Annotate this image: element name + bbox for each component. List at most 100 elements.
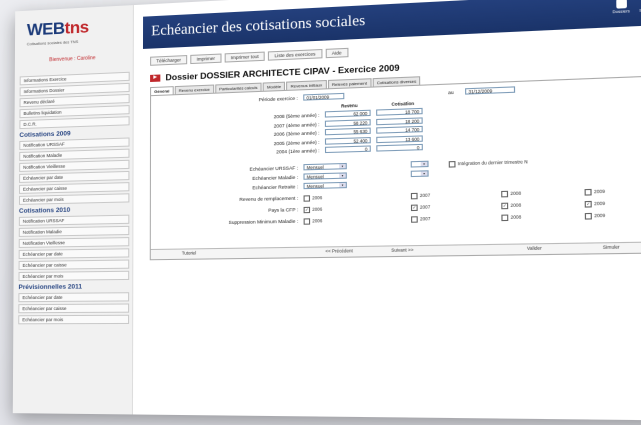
sidebar-item[interactable]: Echéancier par mois xyxy=(18,270,130,282)
checkbox-box xyxy=(411,216,418,223)
sidebar-item[interactable]: Echéancier par mois xyxy=(18,193,130,205)
revenu-input[interactable]: 55 630 xyxy=(324,127,371,136)
toolbar-button[interactable]: Liste des exercices xyxy=(268,48,323,61)
toolbar-button[interactable]: Imprimer tout xyxy=(224,51,266,63)
toolbar-button[interactable]: Aide xyxy=(325,47,349,59)
toolbar-button[interactable]: Imprimer xyxy=(190,53,222,65)
toolbar-button[interactable]: Télécharger xyxy=(150,55,188,66)
logo: WEBtns xyxy=(26,17,89,40)
nav-button[interactable]: Suivant >> xyxy=(391,247,413,253)
sidebar-item[interactable]: Notification Vieillesse xyxy=(19,159,130,172)
nav-button[interactable]: << Précédent xyxy=(325,248,352,254)
checkbox-box: ✓ xyxy=(584,200,592,208)
year-checkbox[interactable]: 2009 xyxy=(584,188,605,196)
home-icon xyxy=(615,0,627,9)
year-checkbox[interactable]: 2009 xyxy=(584,212,606,220)
year-checkbox[interactable]: 2006 xyxy=(303,218,323,225)
nav-button[interactable]: Simuler xyxy=(603,244,620,250)
revenu-input[interactable]: 0 xyxy=(324,145,371,154)
checkbox-label: 2009 xyxy=(593,188,605,195)
chevron-down-icon: ▾ xyxy=(420,161,428,167)
sidebar-item[interactable]: Echéancier par date xyxy=(18,292,130,303)
periode-end-input[interactable]: 31/12/2009 xyxy=(465,86,516,95)
chevron-down-icon: ▾ xyxy=(339,182,346,188)
sidebar-item[interactable]: Notification Maladie xyxy=(19,148,130,161)
year-checkbox[interactable]: 2008 xyxy=(501,214,521,222)
checkbox-label: 2007 xyxy=(419,192,431,199)
year-label: 2008 (5ème année) : xyxy=(273,112,320,120)
sidebar-item[interactable]: Notification Maladie xyxy=(18,225,130,237)
welcome-text: Bienvenue : Caroline xyxy=(49,55,96,64)
sidebar-item[interactable]: Notification URSSAF xyxy=(18,214,130,226)
year-checkbox[interactable]: 2006 xyxy=(303,195,323,202)
sidebar-item[interactable]: Echéancier par caisse xyxy=(18,303,130,314)
checkbox-label: 2007 xyxy=(419,204,431,210)
checkbox-label: 2008 xyxy=(510,190,522,197)
arrow-icon: ► xyxy=(150,73,161,82)
sidebar-item[interactable]: Echéancier par caisse xyxy=(19,182,130,194)
toolbar: Télécharger Imprimer Imprimer tout Liste de… xyxy=(150,47,349,66)
navigation-bar: Tutoriel << Précédent Suivant >> Valider Sim… xyxy=(150,241,641,260)
year-checkbox[interactable]: ✓ 2008 xyxy=(501,202,522,210)
year-label: 2005 (2ème année) : xyxy=(273,139,320,146)
checkbox-label: 2006 xyxy=(312,218,323,224)
periode-label: Période exercice : xyxy=(258,95,298,103)
checkbox-box xyxy=(303,218,311,225)
header-icon-button[interactable]: Dossiers xyxy=(612,0,630,14)
app-window: WEBtns Cotisations sociales des TNS Bien… xyxy=(12,0,641,421)
sidebar-item[interactable]: D.C.R. xyxy=(19,116,130,130)
suppression-label: Suppression Minimum Maladie : xyxy=(228,218,299,226)
nav-button[interactable]: Tutoriel xyxy=(182,250,196,255)
year-checkbox[interactable]: ✓ 2009 xyxy=(584,200,606,208)
logo-tagline: Cotisations sociales des TNS xyxy=(26,38,79,47)
nav-button[interactable]: Valider xyxy=(527,245,542,251)
sidebar-item[interactable]: Echéancier par date xyxy=(18,248,130,259)
year-label: 2006 (3ème année) : xyxy=(273,130,320,137)
sidebar-item[interactable]: Echéancier par mois xyxy=(18,314,130,325)
header-icons: DossiersSe déconnecter xyxy=(612,0,641,14)
checkbox-label: 2006 xyxy=(312,195,323,201)
cotisation-input[interactable]: 13 600 xyxy=(376,134,423,143)
cotisation-input[interactable]: 18 200 xyxy=(376,116,423,125)
year-checkbox[interactable]: 2008 xyxy=(501,191,521,198)
maladie-count-select[interactable]: ▾ xyxy=(410,170,429,178)
revenu-input[interactable]: 52 400 xyxy=(324,136,371,145)
year-checkbox[interactable]: ✓ 2006 xyxy=(303,206,323,214)
header: Echéancier des cotisations sociales Doss… xyxy=(142,0,641,49)
checkbox-label: 2009 xyxy=(594,212,606,219)
checkbox-box xyxy=(584,212,592,220)
year-checkbox[interactable]: 2007 xyxy=(410,192,431,200)
chevron-down-icon: ▾ xyxy=(339,164,346,169)
cotisation-input[interactable]: 18 700 xyxy=(376,107,423,116)
retraite-select[interactable]: Mensuel ▾ xyxy=(303,181,347,190)
cotisation-input[interactable]: 14 700 xyxy=(376,125,423,134)
checkbox-box xyxy=(584,188,592,196)
sidebar-item[interactable]: Echéancier par caisse xyxy=(18,259,130,271)
year-checkbox[interactable]: ✓ 2007 xyxy=(410,204,431,212)
urssaf-label: Echéancier URSSAF : xyxy=(249,165,299,172)
cfp-label: Pays la CFP : xyxy=(268,207,299,213)
col-revenu: Revenu xyxy=(341,102,358,109)
au-label: au xyxy=(448,89,454,96)
revenu-input[interactable]: 58 220 xyxy=(324,118,371,127)
cotisation-input[interactable]: 0 xyxy=(376,143,423,152)
checkbox-label: 2006 xyxy=(312,206,323,213)
checkbox-box: ✓ xyxy=(410,204,418,212)
year-checkbox[interactable]: 2007 xyxy=(411,216,430,223)
header-icon-label: Dossiers xyxy=(612,9,630,15)
sidebar: WEBtns Cotisations sociales des TNS Bien… xyxy=(12,5,134,415)
urssaf-select[interactable]: Mensuel ▾ xyxy=(303,162,347,171)
sidebar-section-title: Cotisations 2010 xyxy=(18,206,71,215)
urssaf-count-select[interactable]: ▾ xyxy=(410,160,429,168)
sidebar-item[interactable]: Notification Vieillesse xyxy=(18,237,130,248)
chevron-down-icon: ▾ xyxy=(339,173,346,178)
periode-start-input[interactable]: 01/01/2009 xyxy=(303,92,345,101)
checkbox-label: 2009 xyxy=(594,200,606,207)
maladie-select[interactable]: Mensuel ▾ xyxy=(303,172,347,180)
year-label: 2004 (1ère année) : xyxy=(276,148,320,155)
revenu-input[interactable]: 62 000 xyxy=(324,109,371,118)
integration-checkbox[interactable]: Intégration du dernier trimestre N xyxy=(448,159,528,168)
checkbox-box xyxy=(303,195,311,202)
sidebar-item[interactable]: Echéancier par date xyxy=(19,170,130,183)
checkbox-label: 2008 xyxy=(510,202,522,209)
